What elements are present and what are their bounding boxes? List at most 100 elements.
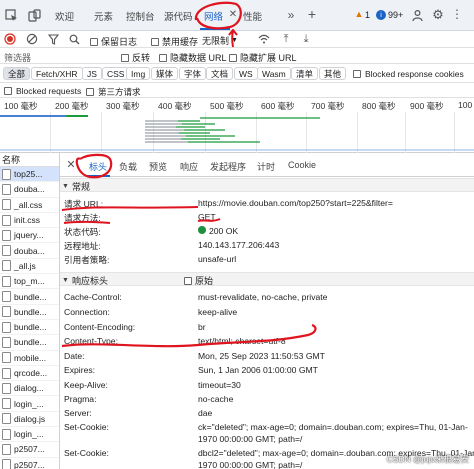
hide-data-urls-box[interactable] (159, 53, 167, 62)
blocked-requests-row: Blocked requests 第三方请求 (0, 83, 474, 98)
hide-extension-urls-box[interactable] (229, 53, 237, 62)
tick-label: 600 毫秒 (261, 101, 295, 111)
file-icon (2, 291, 11, 303)
annotation-arrow (228, 29, 238, 48)
document-icon (2, 168, 11, 180)
file-icon (2, 398, 11, 410)
type-font[interactable]: 字体 (179, 67, 207, 80)
blocked-response-cookies-checkbox[interactable]: Blocked response cookies (353, 69, 464, 79)
list-item[interactable]: douba... (0, 182, 59, 198)
invert-checkbox[interactable]: 反转 (121, 51, 150, 64)
invert-box[interactable] (121, 53, 129, 62)
hide-extension-urls-checkbox[interactable]: 隐藏扩展 URL (229, 51, 297, 64)
type-doc[interactable]: 文档 (206, 67, 234, 80)
file-icon (2, 199, 11, 211)
list-item[interactable]: init.css (0, 213, 59, 229)
blocked-requests-box[interactable] (4, 87, 12, 95)
list-item[interactable]: login_... (0, 396, 59, 412)
list-item[interactable]: top25... (0, 167, 59, 183)
type-ws[interactable]: WS (234, 67, 258, 80)
third-party-box[interactable] (86, 88, 94, 96)
list-item[interactable]: qrcode... (0, 366, 59, 382)
list-item[interactable]: p2507... (0, 458, 59, 469)
list-item[interactable]: bundle... (0, 289, 59, 305)
tab-performance[interactable]: 性能 (243, 9, 262, 23)
clear-icon[interactable] (26, 33, 38, 45)
warning-count: 1 (365, 10, 371, 20)
gear-icon[interactable]: ⚙ (431, 7, 445, 21)
messages-icon[interactable]: i (376, 10, 386, 20)
blocked-requests-label: Blocked requests (16, 86, 82, 96)
tick-label: 200 毫秒 (55, 101, 89, 111)
throttle-value: 无限制 (202, 36, 230, 46)
file-icon (2, 352, 11, 364)
file-icon (2, 245, 11, 257)
add-tab-icon[interactable]: + (306, 7, 318, 21)
devtools-tab-bar: 欢迎 元素 控制台 源代码 网络 ✕ 性能 » + ▲ 1 i 99+ ⚙ ⋮ (0, 0, 474, 31)
filter-bar: 筛选器 反转 隐藏数据 URL 隐藏扩展 URL (0, 48, 474, 64)
type-fetch-xhr[interactable]: Fetch/XHR (31, 67, 83, 80)
search-icon[interactable] (68, 33, 80, 45)
list-item[interactable]: login_... (0, 427, 59, 443)
type-wasm[interactable]: Wasm (257, 67, 291, 80)
watermark: CSDN @jojo来根易安 (386, 454, 469, 464)
third-party-checkbox[interactable]: 第三方请求 (86, 86, 141, 98)
file-icon (2, 229, 11, 241)
column-header-name[interactable]: 名称 (0, 153, 59, 167)
blocked-response-cookies-box[interactable] (353, 70, 361, 78)
list-item[interactable]: bundle... (0, 320, 59, 336)
tab-welcome[interactable]: 欢迎 (55, 9, 74, 23)
preserve-log-label: 保留日志 (101, 37, 138, 47)
type-media[interactable]: 媒体 (151, 67, 179, 80)
file-icon (2, 306, 11, 318)
upload-icon[interactable]: ⤒ (280, 33, 292, 45)
issues-icon[interactable] (410, 8, 424, 22)
disable-cache-box[interactable] (151, 37, 159, 46)
request-detail-pane: ✕ 标头 负载 预览 响应 发起程序 计时 Cookie ▼ 常规 请求 URL… (60, 153, 474, 469)
type-all[interactable]: 全部 (3, 67, 31, 80)
hide-data-urls-label: 隐藏数据 URL (170, 53, 227, 63)
record-icon[interactable] (4, 33, 16, 45)
list-item[interactable]: p2507... (0, 442, 59, 458)
list-item[interactable]: mobile... (0, 351, 59, 366)
more-tabs-icon[interactable]: » (285, 8, 297, 22)
network-overview-timeline[interactable]: 100 毫秒 200 毫秒 300 毫秒 400 毫秒 500 毫秒 600 毫… (0, 98, 474, 153)
preserve-log-box[interactable] (90, 37, 98, 46)
type-js[interactable]: JS (82, 67, 102, 80)
resource-type-filters: 全部 Fetch/XHR JS CSS Img 媒体 字体 文档 WS Wasm… (0, 64, 474, 83)
download-icon[interactable]: ⤓ (300, 33, 312, 45)
tab-console[interactable]: 控制台 (126, 9, 155, 23)
hide-extension-urls-label: 隐藏扩展 URL (240, 53, 297, 63)
filter-icon[interactable] (47, 33, 59, 45)
list-item[interactable]: jquery... (0, 228, 59, 244)
wifi-icon[interactable] (258, 33, 270, 45)
type-img[interactable]: Img (126, 67, 151, 80)
list-item[interactable]: dialog.js (0, 412, 59, 428)
warning-icon[interactable]: ▲ (354, 9, 364, 20)
tab-sources[interactable]: 源代码 (164, 9, 193, 23)
list-item[interactable]: top_m... (0, 274, 59, 290)
hide-data-urls-checkbox[interactable]: 隐藏数据 URL (159, 51, 227, 64)
inspect-element-icon[interactable] (4, 8, 18, 22)
image-icon (2, 459, 11, 469)
request-list: 名称 top25... douba... _all.css init.css j… (0, 153, 60, 469)
filter-input[interactable]: 筛选器 (4, 51, 114, 64)
list-item[interactable]: dialog... (0, 381, 59, 397)
device-toolbar-icon[interactable] (27, 8, 41, 22)
preserve-log-checkbox[interactable]: 保留日志 (90, 35, 137, 48)
list-item[interactable]: _all.css (0, 198, 59, 213)
disable-cache-checkbox[interactable]: 禁用缓存 (151, 35, 198, 48)
list-item[interactable]: douba... (0, 243, 59, 259)
list-item[interactable]: _all.js (0, 259, 59, 275)
blocked-requests-checkbox[interactable]: Blocked requests (4, 86, 81, 96)
tab-elements[interactable]: 元素 (94, 9, 113, 23)
list-item[interactable]: bundle... (0, 335, 59, 351)
annotation-circle (194, 1, 242, 30)
annotation-marks (61, 153, 317, 348)
type-manifest[interactable]: 清单 (291, 67, 319, 80)
list-item[interactable]: bundle... (0, 305, 59, 320)
more-options-icon[interactable]: ⋮ (451, 7, 463, 21)
file-icon (2, 336, 11, 348)
type-other[interactable]: 其他 (319, 67, 347, 80)
file-icon (2, 321, 11, 333)
